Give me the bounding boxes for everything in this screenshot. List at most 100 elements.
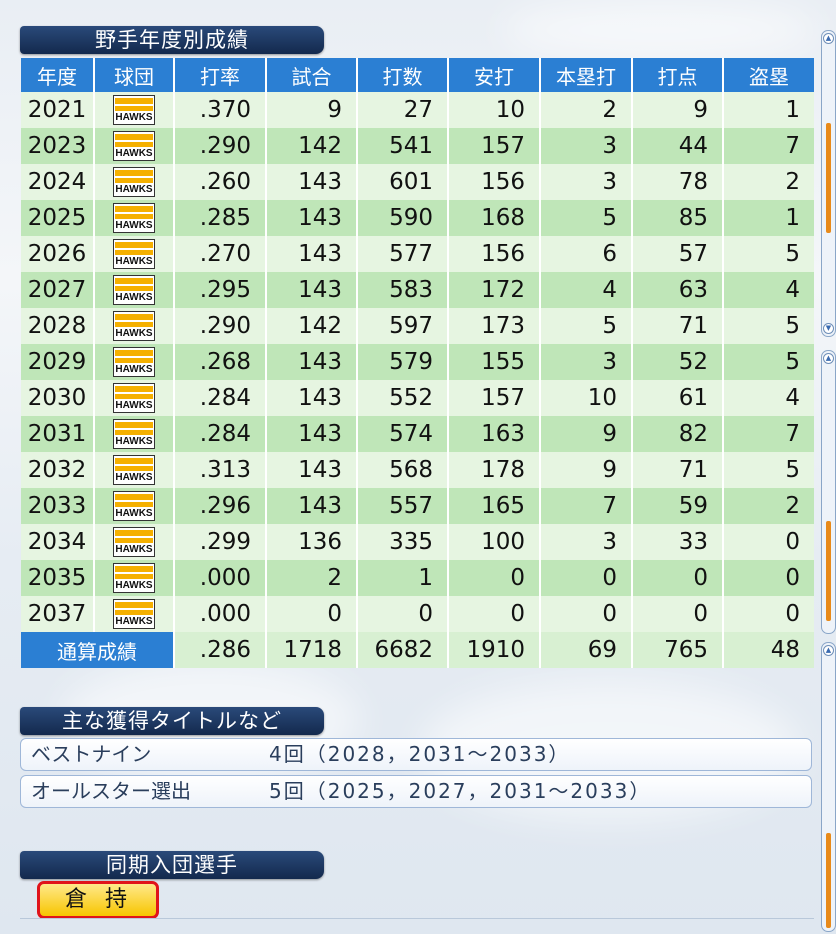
cell-hits: 172 — [448, 272, 541, 308]
cell-avg: .284 — [174, 416, 267, 452]
cell-rbi: 85 — [632, 200, 724, 236]
cell-year: 2024 — [21, 164, 95, 200]
hawks-logo-icon: HAWKS — [113, 599, 155, 629]
stats-scrollbar-upper[interactable]: ▲ ▼ — [821, 30, 836, 337]
scroll-up-icon[interactable]: ▲ — [823, 33, 834, 44]
hawks-logo-icon: HAWKS — [113, 383, 155, 413]
cell-hits: 157 — [448, 380, 541, 416]
table-row: 2031 HAWKS .284 143 574 163 9 82 7 — [21, 416, 814, 452]
cell-avg: .290 — [174, 128, 267, 164]
hawks-logo-icon: HAWKS — [113, 275, 155, 305]
cell-at-bats: 577 — [357, 236, 449, 272]
hawks-logo-icon: HAWKS — [113, 131, 155, 161]
cell-rbi: 59 — [632, 488, 724, 524]
hawks-logo-icon: HAWKS — [113, 455, 155, 485]
cell-rbi: 57 — [632, 236, 724, 272]
table-row: 2035 HAWKS .000 2 1 0 0 0 0 — [21, 560, 814, 596]
cell-year: 2037 — [21, 596, 95, 632]
cell-at-bats: 597 — [357, 308, 449, 344]
cell-hits: 178 — [448, 452, 541, 488]
cell-stolen-bases: 4 — [723, 380, 814, 416]
cell-team: HAWKS — [94, 416, 175, 452]
cell-avg: .285 — [174, 200, 267, 236]
page-scrollbar[interactable]: ▲ — [821, 642, 836, 932]
stats-scrollbar-middle[interactable]: ▲ — [821, 350, 836, 634]
total-cell-home-runs: 69 — [540, 632, 633, 668]
peer-player-button[interactable]: 倉持 — [37, 881, 159, 919]
stats-section-title: 野手年度別成績 — [95, 28, 249, 52]
table-row: 2026 HAWKS .270 143 577 156 6 57 5 — [21, 236, 814, 272]
title-value: 5回（2025，2027，2031～2033） — [269, 779, 652, 803]
scroll-thumb[interactable] — [826, 123, 831, 233]
table-row: 2024 HAWKS .260 143 601 156 3 78 2 — [21, 164, 814, 200]
cell-at-bats: 579 — [357, 344, 449, 380]
cell-hits: 163 — [448, 416, 541, 452]
cell-team: HAWKS — [94, 488, 175, 524]
cell-avg: .296 — [174, 488, 267, 524]
scroll-up-icon[interactable]: ▲ — [823, 353, 834, 364]
title-row-best-nine: ベストナイン 4回（2028，2031～2033） — [20, 738, 812, 771]
cell-year: 2029 — [21, 344, 95, 380]
cell-home-runs: 5 — [540, 200, 633, 236]
title-name: オールスター選出 — [31, 779, 191, 803]
cell-games: 143 — [266, 200, 358, 236]
header-team: 球団 — [94, 58, 175, 92]
cell-hits: 157 — [448, 128, 541, 164]
cell-team: HAWKS — [94, 596, 175, 632]
team-logo-text: HAWKS — [115, 436, 153, 447]
cell-avg: .260 — [174, 164, 267, 200]
cell-at-bats: 583 — [357, 272, 449, 308]
cell-year: 2028 — [21, 308, 95, 344]
cell-year: 2034 — [21, 524, 95, 560]
cell-games: 2 — [266, 560, 358, 596]
cell-year: 2033 — [21, 488, 95, 524]
cell-at-bats: 27 — [357, 92, 449, 128]
cell-rbi: 82 — [632, 416, 724, 452]
cell-stolen-bases: 1 — [723, 92, 814, 128]
cell-team: HAWKS — [94, 524, 175, 560]
titles-section-title: 主な獲得タイトルなど — [62, 709, 282, 733]
table-row: 2033 HAWKS .296 143 557 165 7 59 2 — [21, 488, 814, 524]
scroll-up-icon[interactable]: ▲ — [823, 645, 834, 656]
cell-avg: .284 — [174, 380, 267, 416]
stats-section-header: 野手年度別成績 — [20, 26, 324, 54]
cell-team: HAWKS — [94, 272, 175, 308]
team-logo-text: HAWKS — [115, 112, 153, 123]
cell-games: 143 — [266, 380, 358, 416]
cell-at-bats: 568 — [357, 452, 449, 488]
cell-hits: 0 — [448, 596, 541, 632]
cell-games: 143 — [266, 452, 358, 488]
cell-games: 9 — [266, 92, 358, 128]
cell-games: 143 — [266, 488, 358, 524]
cell-hits: 155 — [448, 344, 541, 380]
cell-at-bats: 601 — [357, 164, 449, 200]
team-logo-text: HAWKS — [115, 400, 153, 411]
team-logo-text: HAWKS — [115, 364, 153, 375]
cell-home-runs: 3 — [540, 128, 633, 164]
header-at-bats: 打数 — [357, 58, 449, 92]
scroll-thumb[interactable] — [826, 521, 831, 621]
cell-rbi: 52 — [632, 344, 724, 380]
cell-stolen-bases: 7 — [723, 128, 814, 164]
cell-rbi: 9 — [632, 92, 724, 128]
cell-year: 2031 — [21, 416, 95, 452]
table-row: 2023 HAWKS .290 142 541 157 3 44 7 — [21, 128, 814, 164]
cell-home-runs: 9 — [540, 416, 633, 452]
team-logo-text: HAWKS — [115, 616, 153, 627]
table-row: 2030 HAWKS .284 143 552 157 10 61 4 — [21, 380, 814, 416]
total-cell-rbi: 765 — [632, 632, 724, 668]
cell-games: 143 — [266, 236, 358, 272]
batting-stats-table: 年度 球団 打率 試合 打数 安打 本塁打 打点 盗塁 2021 HAWKS .37… — [21, 58, 814, 668]
cell-year: 2021 — [21, 92, 95, 128]
scroll-down-icon[interactable]: ▼ — [823, 323, 834, 334]
scroll-thumb[interactable] — [826, 833, 831, 928]
cell-hits: 100 — [448, 524, 541, 560]
cell-home-runs: 3 — [540, 164, 633, 200]
hawks-logo-icon: HAWKS — [113, 347, 155, 377]
team-logo-text: HAWKS — [115, 292, 153, 303]
team-logo-text: HAWKS — [115, 580, 153, 591]
header-rbi: 打点 — [632, 58, 724, 92]
header-games: 試合 — [266, 58, 358, 92]
total-cell-games: 1718 — [266, 632, 358, 668]
cell-games: 142 — [266, 308, 358, 344]
